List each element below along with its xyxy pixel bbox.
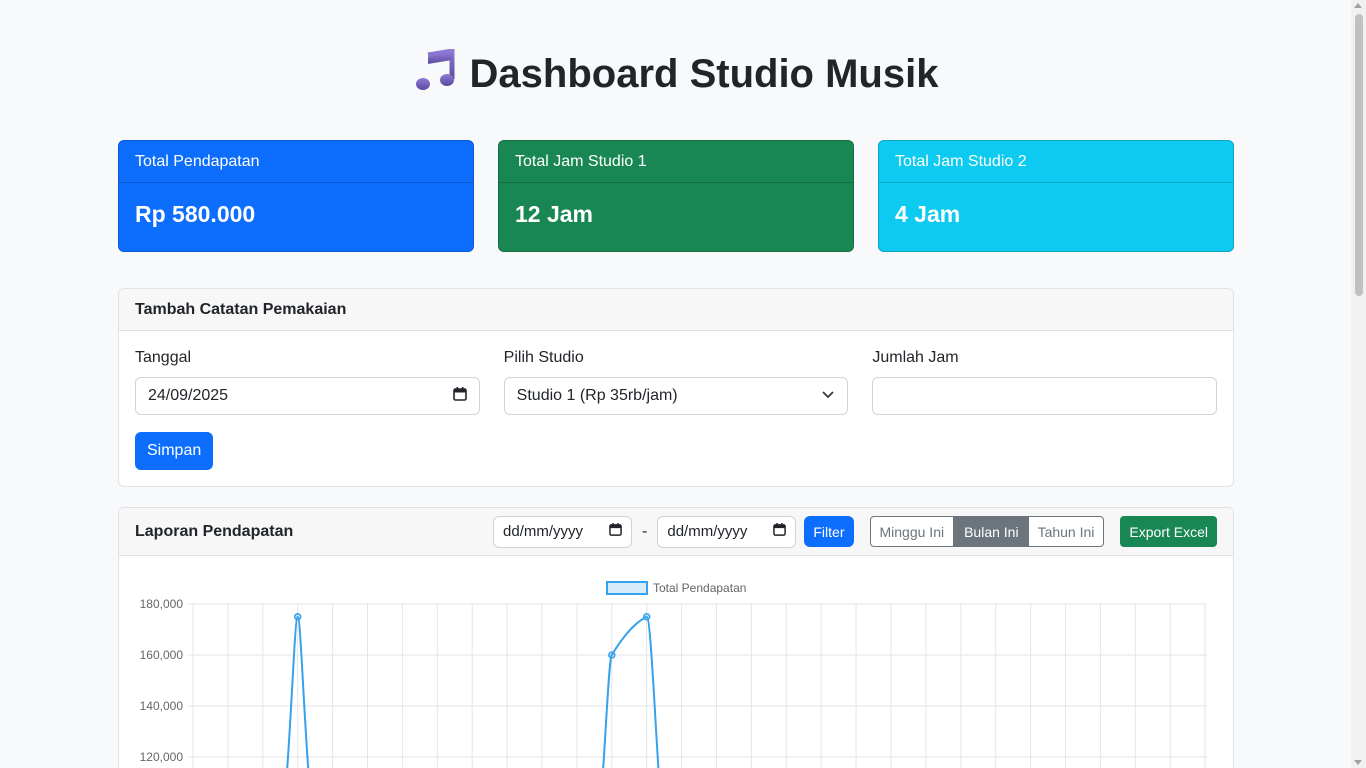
- page-title: Dashboard Studio Musik: [118, 47, 1234, 104]
- legend-label: Total Pendapatan: [653, 581, 746, 595]
- hours-input[interactable]: [872, 377, 1218, 415]
- report-title: Laporan Pendapatan: [135, 522, 294, 540]
- y-tick-label: 140,000: [140, 699, 184, 713]
- add-record-panel: Tambah Catatan Pemakaian Tanggal 24/09/2…: [118, 288, 1234, 487]
- scrollbar-thumb[interactable]: [1355, 14, 1363, 296]
- end-date-placeholder: dd/mm/yyyy: [667, 523, 748, 540]
- y-tick-label: 160,000: [140, 648, 184, 662]
- date-value: 24/09/2025: [148, 387, 229, 404]
- stat-card-value: 12 Jam: [515, 201, 594, 227]
- end-date-input[interactable]: dd/mm/yyyy: [657, 515, 797, 548]
- studio-label: Pilih Studio: [503, 349, 584, 366]
- series-line: [602, 615, 660, 768]
- data-point: [642, 613, 651, 621]
- range-month-button[interactable]: Bulan Ini: [954, 516, 1029, 547]
- date-input[interactable]: 24/09/2025: [135, 377, 480, 415]
- stat-card-value: 4 Jam: [895, 201, 961, 227]
- stat-card-studio-2: Total Jam Studio 2 4 Jam: [878, 140, 1234, 252]
- range-week-button[interactable]: Minggu Ini: [869, 516, 955, 547]
- stat-card-studio-1: Total Jam Studio 1 12 Jam: [498, 140, 854, 252]
- data-point: [293, 613, 302, 621]
- range-button-group: Minggu Ini Bulan Ini Tahun Ini: [869, 516, 1105, 547]
- y-tick-label: 120,000: [140, 750, 184, 764]
- save-button[interactable]: Simpan: [135, 432, 214, 470]
- chevron-down-icon: [821, 387, 835, 406]
- calendar-icon[interactable]: [609, 523, 622, 540]
- filter-button[interactable]: Filter: [804, 516, 854, 547]
- scroll-down-arrow-icon[interactable]: [1354, 760, 1362, 765]
- calendar-icon[interactable]: [452, 386, 467, 406]
- hours-label: Jumlah Jam: [872, 349, 959, 366]
- add-record-title: Tambah Catatan Pemakaian: [119, 289, 1233, 331]
- stat-card-label: Total Jam Studio 2: [879, 141, 1233, 183]
- data-point: [608, 651, 616, 659]
- export-excel-button[interactable]: Export Excel: [1120, 516, 1217, 547]
- legend-swatch: [606, 581, 648, 595]
- y-tick-label: 180,000: [140, 597, 184, 611]
- start-date-placeholder: dd/mm/yyyy: [503, 523, 584, 540]
- stat-card-revenue: Total Pendapatan Rp 580.000: [118, 140, 474, 252]
- studio-value: Studio 1 (Rp 35rb/jam): [516, 387, 678, 404]
- report-panel: Laporan Pendapatan dd/mm/yyyy - dd/mm/yy…: [118, 507, 1234, 768]
- music-note-icon: [414, 47, 456, 104]
- calendar-icon[interactable]: [773, 523, 787, 540]
- stat-card-label: Total Pendapatan: [119, 141, 473, 183]
- stat-card-label: Total Jam Studio 1: [499, 141, 853, 183]
- scroll-up-arrow-icon[interactable]: [1354, 3, 1362, 8]
- scrollbar[interactable]: [1351, 0, 1366, 768]
- date-label: Tanggal: [135, 349, 192, 366]
- page-title-text: Dashboard Studio Musik: [469, 52, 939, 96]
- stats-cards: Total Pendapatan Rp 580.000 Total Jam St…: [118, 140, 1234, 252]
- stat-card-value: Rp 580.000: [135, 201, 256, 227]
- report-toolbar: dd/mm/yyyy - dd/mm/yyyy Filter Minggu In…: [493, 515, 1217, 548]
- studio-select[interactable]: Studio 1 (Rp 35rb/jam): [503, 377, 849, 415]
- revenue-line-chart: 180,000 160,000 140,000 120,000 Total Pendap…: [140, 581, 1207, 768]
- start-date-input[interactable]: dd/mm/yyyy: [493, 515, 633, 548]
- date-separator: -: [642, 522, 648, 540]
- range-year-button[interactable]: Tahun Ini: [1028, 516, 1105, 547]
